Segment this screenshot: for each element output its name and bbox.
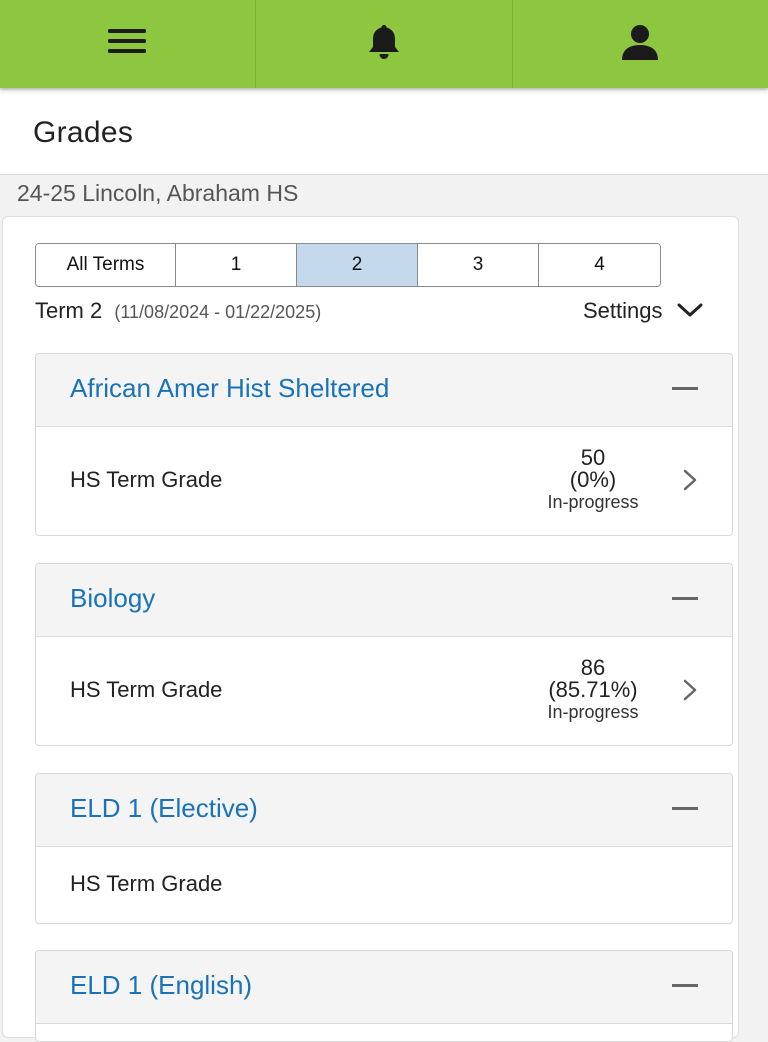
page-header: Grades (0, 90, 768, 175)
tab-term-3[interactable]: 3 (418, 244, 539, 286)
profile-button[interactable] (513, 0, 768, 88)
settings-dropdown[interactable]: Settings (583, 298, 703, 324)
term-info: Term 2 (11/08/2024 - 01/22/2025) (35, 298, 321, 324)
course-header[interactable]: ELD 1 (Elective) (36, 774, 732, 847)
course-header[interactable]: ELD 1 (English) (36, 951, 732, 1024)
course-header[interactable]: Biology (36, 564, 732, 637)
tab-term-2[interactable]: 2 (297, 244, 418, 286)
course-card: African Amer Hist Sheltered HS Term Grad… (35, 353, 733, 536)
grade-row[interactable]: HS Term Grade (36, 847, 732, 923)
grade-row-label: HS Term Grade (70, 871, 223, 896)
notifications-button[interactable] (256, 0, 513, 88)
grade-value: 50 (0%) In-progress (534, 447, 652, 513)
collapse-icon[interactable] (672, 597, 698, 600)
term-selector: All Terms 1 2 3 4 (35, 243, 661, 287)
grade-score: 50 (580, 445, 606, 470)
course-card: ELD 1 (English) (35, 950, 733, 1042)
bell-icon (364, 23, 404, 66)
grade-row-label: HS Term Grade (70, 677, 223, 702)
school-label: 24-25 Lincoln, Abraham HS (17, 180, 299, 206)
collapse-icon[interactable] (672, 984, 698, 987)
course-title[interactable]: African Amer Hist Sheltered (70, 373, 389, 404)
tab-all-terms[interactable]: All Terms (36, 244, 176, 286)
grade-percent: (0%) (569, 467, 617, 492)
settings-label: Settings (583, 298, 663, 323)
grade-score: 86 (580, 655, 606, 680)
top-nav-bar (0, 0, 768, 88)
grade-row[interactable]: HS Term Grade 86 (85.71%) In-progress (36, 637, 732, 745)
chevron-down-icon (663, 298, 703, 324)
grade-status: In-progress (547, 492, 639, 512)
user-icon (620, 24, 660, 65)
term-dates: (11/08/2024 - 01/22/2025) (114, 302, 322, 322)
course-title[interactable]: ELD 1 (English) (70, 970, 252, 1001)
menu-icon (107, 28, 148, 61)
chevron-right-icon[interactable] (682, 468, 698, 497)
page-title: Grades (33, 116, 134, 149)
course-card: Biology HS Term Grade 86 (85.71%) In-pro… (35, 563, 733, 746)
tab-term-4[interactable]: 4 (539, 244, 660, 286)
term-label: Term 2 (35, 298, 103, 323)
menu-button[interactable] (0, 0, 257, 88)
course-card: ELD 1 (Elective) HS Term Grade (35, 773, 733, 924)
collapse-icon[interactable] (672, 807, 698, 810)
grade-percent: (85.71%) (548, 677, 638, 702)
tab-term-1[interactable]: 1 (176, 244, 297, 286)
chevron-right-icon[interactable] (682, 678, 698, 707)
grade-row[interactable]: HS Term Grade 50 (0%) In-progress (36, 427, 732, 535)
grade-row-label: HS Term Grade (70, 467, 223, 492)
course-header[interactable]: African Amer Hist Sheltered (36, 354, 732, 427)
course-title[interactable]: ELD 1 (Elective) (70, 793, 258, 824)
collapse-icon[interactable] (672, 387, 698, 390)
grade-value: 86 (85.71%) In-progress (534, 657, 652, 723)
grade-status: In-progress (547, 702, 639, 722)
course-title[interactable]: Biology (70, 583, 155, 614)
